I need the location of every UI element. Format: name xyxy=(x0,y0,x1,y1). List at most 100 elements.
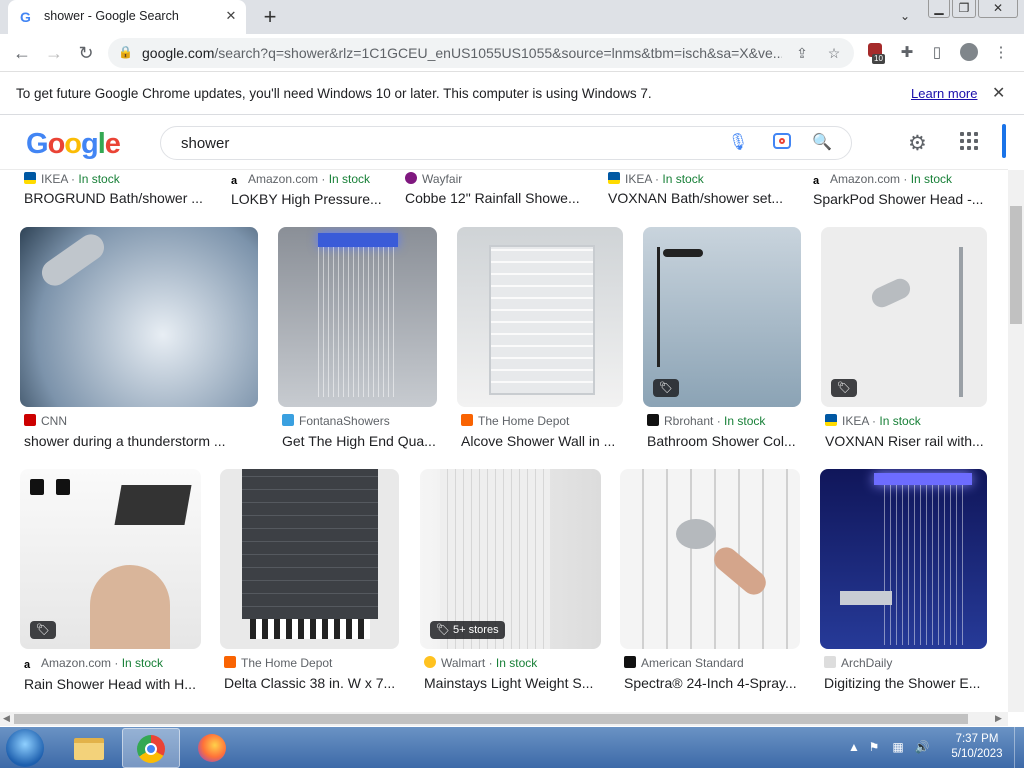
result-title[interactable]: SparkPod Shower Head -... xyxy=(813,191,985,207)
browser-toolbar: ← → ↻ 🔒 google.com/search?q=shower&rlz=1… xyxy=(0,34,1024,72)
result-image[interactable] xyxy=(278,227,437,407)
chrome-menu-icon[interactable]: ⋮ xyxy=(990,43,1012,63)
extensions-puzzle-icon[interactable]: ✚ xyxy=(896,43,918,63)
search-box[interactable]: shower 🎙 🔍 xyxy=(160,126,852,160)
result-title[interactable]: Spectra® 24-Inch 4-Spray... xyxy=(624,675,800,691)
result-card[interactable]: a Amazon.com · In stock LOKBY High Pressu… xyxy=(231,172,391,207)
learn-more-link[interactable]: Learn more xyxy=(911,86,977,101)
bookmark-star-icon[interactable]: ☆ xyxy=(824,44,844,62)
reload-icon[interactable]: ↻ xyxy=(74,42,98,64)
vertical-scroll-thumb[interactable] xyxy=(1010,206,1022,324)
infobar-close-icon[interactable]: ✕ xyxy=(992,83,1005,103)
google-apps-icon[interactable] xyxy=(960,132,980,152)
tab-search-chevron-icon[interactable]: ⌄ xyxy=(896,8,914,26)
result-card[interactable]: IKEA · In stock VOXNAN Riser rail with..… xyxy=(825,414,987,449)
google-favicon-icon: G xyxy=(20,9,31,25)
search-input[interactable]: shower xyxy=(181,135,229,152)
show-desktop-button[interactable] xyxy=(1014,727,1024,768)
result-title[interactable]: BROGRUND Bath/shower ... xyxy=(24,190,214,206)
extension-badge: 10 xyxy=(872,54,885,64)
clock-date: 5/10/2023 xyxy=(951,748,1003,760)
scroll-left-arrow-icon[interactable]: ◀ xyxy=(3,713,10,724)
result-title[interactable]: Cobbe 12" Rainfall Showe... xyxy=(405,190,583,206)
result-card[interactable]: The Home Depot Delta Classic 38 in. W x … xyxy=(224,656,399,691)
volume-icon[interactable]: 🔊 xyxy=(914,739,930,755)
result-image[interactable]: 🏷 xyxy=(643,227,801,407)
result-title[interactable]: shower during a thunderstorm ... xyxy=(24,433,258,449)
shopping-tag-icon: 🏷 xyxy=(831,379,857,397)
start-button[interactable] xyxy=(6,729,44,767)
result-source: IKEA · In stock xyxy=(608,172,788,186)
result-card[interactable]: a Amazon.com · In stock SparkPod Shower H… xyxy=(813,172,985,207)
windows-taskbar: ▲ ⚑ ▦ 🔊 7:37 PM 5/10/2023 xyxy=(0,727,1024,768)
result-card[interactable]: Rbrohant · In stock Bathroom Shower Col.… xyxy=(647,414,801,449)
result-image[interactable] xyxy=(457,227,623,407)
maximize-button[interactable]: ❐ xyxy=(952,0,976,18)
result-title[interactable]: LOKBY High Pressure... xyxy=(231,191,391,207)
extension-shield-icon[interactable]: 10 xyxy=(864,43,886,64)
result-title[interactable]: VOXNAN Riser rail with... xyxy=(825,433,987,449)
minimize-button[interactable]: ▁ xyxy=(928,0,950,18)
result-source: IKEA · In stock xyxy=(825,414,987,428)
share-icon[interactable]: ⇪ xyxy=(792,44,812,62)
show-hidden-icons-icon[interactable]: ▲ xyxy=(846,739,862,755)
lens-camera-icon[interactable] xyxy=(771,133,793,153)
result-title[interactable]: Rain Shower Head with H... xyxy=(24,676,201,692)
infobar-message: To get future Google Chrome updates, you… xyxy=(16,86,652,101)
result-source: a Amazon.com · In stock xyxy=(24,656,164,671)
result-title[interactable]: VOXNAN Bath/shower set... xyxy=(608,190,788,206)
horizontal-scroll-thumb[interactable] xyxy=(14,714,968,724)
result-card[interactable]: CNN shower during a thunderstorm ... xyxy=(24,414,258,449)
voice-search-icon[interactable]: 🎙 xyxy=(727,133,749,153)
update-infobar: To get future Google Chrome updates, you… xyxy=(0,73,1024,115)
address-bar[interactable]: 🔒 google.com/search?q=shower&rlz=1C1GCEU… xyxy=(108,38,854,68)
result-title[interactable]: Delta Classic 38 in. W x 7... xyxy=(224,675,399,691)
result-card[interactable]: Wayfair Cobbe 12" Rainfall Showe... xyxy=(405,172,583,206)
action-center-icon[interactable]: ⚑ xyxy=(866,739,882,755)
result-card[interactable]: American Standard Spectra® 24-Inch 4-Spr… xyxy=(624,656,800,691)
result-source: The Home Depot xyxy=(461,414,623,428)
result-card[interactable]: a Amazon.com · In stock Rain Shower Head … xyxy=(24,656,201,692)
chrome-taskbar-icon[interactable] xyxy=(122,728,180,768)
file-explorer-icon[interactable] xyxy=(60,728,118,768)
search-icon[interactable]: 🔍 xyxy=(811,133,833,153)
result-title[interactable]: Get The High End Qua... xyxy=(282,433,437,449)
result-card[interactable]: FontanaShowers Get The High End Qua... xyxy=(282,414,437,449)
settings-gear-icon[interactable]: ⚙ xyxy=(908,131,927,156)
profile-avatar-icon[interactable] xyxy=(958,43,980,63)
result-image[interactable] xyxy=(820,469,987,649)
result-card[interactable]: IKEA · In stock BROGRUND Bath/shower ... xyxy=(24,172,214,206)
tab-active[interactable]: G shower - Google Search ✕ xyxy=(8,0,246,34)
network-icon[interactable]: ▦ xyxy=(890,739,906,755)
result-card[interactable]: ArchDaily Digitizing the Shower E... xyxy=(824,656,987,691)
back-icon[interactable]: ← xyxy=(10,42,34,64)
result-image[interactable]: 🏷 xyxy=(20,469,201,649)
result-title[interactable]: Mainstays Light Weight S... xyxy=(424,675,601,691)
taskbar-clock[interactable]: 7:37 PM 5/10/2023 xyxy=(948,732,1006,762)
clock-time: 7:37 PM xyxy=(955,733,999,745)
lock-icon[interactable]: 🔒 xyxy=(118,45,133,61)
tab-close-icon[interactable]: ✕ xyxy=(222,7,240,25)
result-image[interactable] xyxy=(220,469,399,649)
google-header: Google shower 🎙 🔍 ⚙ xyxy=(0,118,1008,170)
close-window-button[interactable]: ✕ xyxy=(978,0,1018,18)
result-source: Wayfair xyxy=(405,172,583,186)
forward-icon[interactable]: → xyxy=(42,42,66,64)
result-image[interactable]: 🏷 xyxy=(821,227,987,407)
url-text[interactable]: google.com/search?q=shower&rlz=1C1GCEU_e… xyxy=(142,45,782,61)
result-source: FontanaShowers xyxy=(282,414,437,428)
new-tab-button[interactable]: + xyxy=(258,5,282,29)
scroll-right-arrow-icon[interactable]: ▶ xyxy=(995,713,1002,724)
result-title[interactable]: Bathroom Shower Col... xyxy=(647,433,801,449)
result-title[interactable]: Digitizing the Shower E... xyxy=(824,675,987,691)
side-panel-icon[interactable]: ▯ xyxy=(926,43,948,63)
result-card[interactable]: Walmart · In stock Mainstays Light Weigh… xyxy=(424,656,601,691)
result-title[interactable]: Alcove Shower Wall in ... xyxy=(461,433,623,449)
firefox-taskbar-icon[interactable] xyxy=(184,728,242,768)
result-image[interactable] xyxy=(20,227,258,407)
result-card[interactable]: IKEA · In stock VOXNAN Bath/shower set..… xyxy=(608,172,788,206)
result-card[interactable]: The Home Depot Alcove Shower Wall in ... xyxy=(461,414,623,449)
result-image[interactable] xyxy=(620,469,800,649)
result-image[interactable]: 🏷 5+ stores xyxy=(420,469,601,649)
google-logo[interactable]: Google xyxy=(26,128,121,161)
